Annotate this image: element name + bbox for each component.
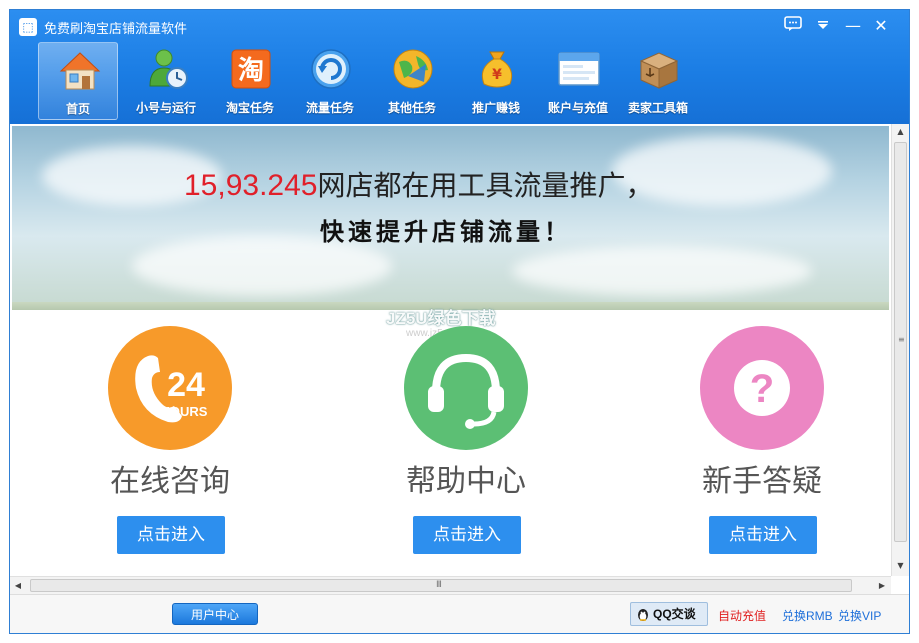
toolbar-account-recharge-label: 账户与充值: [547, 101, 608, 115]
taobao-icon: 淘: [228, 46, 274, 92]
taobao-glyph: 淘: [238, 56, 264, 86]
scroll-up-arrow[interactable]: ▲: [892, 124, 909, 140]
toolbar-other-task[interactable]: 其他任务: [372, 42, 452, 120]
service-title: 在线咨询: [110, 465, 230, 498]
service-help-center: 帮助中心 点击进入: [356, 326, 576, 566]
toolbar-home-label: 首页: [65, 102, 90, 116]
home-icon: [57, 47, 103, 93]
promo-banner: 15,93.245网店都在用工具流量推广， 快速提升店铺流量！: [12, 126, 889, 310]
user-center-button[interactable]: 用户中心: [172, 603, 258, 625]
toolbar-promote-earn-label: 推广赚钱: [471, 101, 520, 115]
exchange-rmb-link[interactable]: 兑换RMB: [782, 607, 833, 624]
vertical-scroll-grip: ≡: [898, 335, 905, 344]
exchange-vip-link[interactable]: 兑换VIP: [838, 607, 881, 624]
toolbar-seller-toolbox-label: 卖家工具箱: [627, 101, 688, 115]
minimize-button[interactable]: —: [842, 16, 864, 36]
horizontal-scroll-thumb[interactable]: III: [30, 579, 852, 592]
box-icon: [636, 46, 682, 92]
window-icon: [556, 46, 602, 92]
toolbar-seller-toolbox[interactable]: 卖家工具箱: [618, 42, 698, 120]
toolbar-other-task-label: 其他任务: [387, 101, 436, 115]
toolbar-traffic-task[interactable]: 流量任务: [290, 42, 370, 120]
service-title: 帮助中心: [406, 465, 526, 498]
toolbar-taobao-task[interactable]: 淘 淘宝任务: [210, 42, 290, 120]
vertical-scroll-thumb[interactable]: ≡: [894, 142, 907, 542]
scroll-down-arrow[interactable]: ▼: [892, 558, 909, 574]
scroll-right-arrow[interactable]: ▶: [874, 577, 890, 594]
horizontal-scrollbar[interactable]: ◀ III ▶: [10, 576, 891, 594]
status-bar: 用户中心 QQ交谈 自动充值 兑换RMB 兑换VIP: [10, 594, 909, 633]
toolbar-account-recharge[interactable]: 账户与充值: [538, 42, 618, 120]
help-center-enter-button[interactable]: 点击进入: [413, 516, 521, 554]
chat-bubble-icon[interactable]: [782, 16, 804, 36]
money-bag-icon: ¥: [474, 46, 520, 92]
service-online-consult: 24 HOURS 在线咨询 点击进入: [60, 326, 280, 566]
online-consult-enter-button[interactable]: 点击进入: [117, 516, 225, 554]
horizontal-scroll-grip: III: [436, 580, 442, 590]
question-mark-icon: ?: [700, 326, 824, 450]
banner-slogan: 快速提升店铺流量！: [320, 220, 572, 246]
refresh-icon: [308, 46, 354, 92]
banner-count: 15,93.245: [184, 169, 318, 202]
svg-text:¥: ¥: [492, 67, 502, 83]
newbie-qa-enter-button[interactable]: 点击进入: [709, 516, 817, 554]
banner-headline: 15,93.245网店都在用工具流量推广，: [184, 164, 653, 204]
close-button[interactable]: ✕: [870, 16, 892, 36]
content-area: 15,93.245网店都在用工具流量推广， 快速提升店铺流量！ JZ5U绿色下载…: [10, 124, 891, 576]
header: ⬚ 免费刷淘宝店铺流量软件 — ✕ 首页 小号与运行 淘 淘宝任务 流量任务 其…: [10, 10, 909, 124]
auto-recharge-link[interactable]: 自动充值: [718, 607, 766, 624]
globe-icon: [390, 46, 436, 92]
hours-text: HOURS: [161, 404, 208, 419]
toolbar-taobao-task-label: 淘宝任务: [225, 101, 274, 115]
banner-headline-text: 网店都在用工具流量推广，: [317, 170, 654, 201]
toolbar-accounts-run[interactable]: 小号与运行: [126, 42, 206, 120]
toolbar-promote-earn[interactable]: ¥ 推广赚钱: [456, 42, 536, 120]
user-clock-icon: [144, 46, 190, 92]
dropdown-arrow-icon[interactable]: [812, 16, 834, 36]
toolbar-home[interactable]: 首页: [38, 42, 118, 120]
qq-chat-button[interactable]: QQ交谈: [630, 602, 708, 626]
qq-chat-label: QQ交谈: [653, 607, 696, 621]
toolbar-accounts-run-label: 小号与运行: [135, 101, 196, 115]
app-window: ⬚ 免费刷淘宝店铺流量软件 — ✕ 首页 小号与运行 淘 淘宝任务 流量任务 其…: [9, 9, 910, 634]
title-bar: ⬚ 免费刷淘宝店铺流量软件 — ✕: [10, 10, 909, 40]
question-glyph: ?: [750, 367, 774, 411]
qq-penguin-icon: [636, 607, 650, 621]
app-icon: ⬚: [19, 18, 37, 36]
scroll-left-arrow[interactable]: ◀: [10, 577, 26, 594]
headset-icon: [404, 326, 528, 450]
window-title: 免费刷淘宝店铺流量软件: [44, 21, 188, 36]
24-hours-text: 24: [167, 366, 205, 404]
vertical-scrollbar[interactable]: ▲ ≡ ▼: [891, 124, 909, 576]
24-hours-phone-icon: 24 HOURS: [108, 326, 232, 450]
toolbar-traffic-task-label: 流量任务: [305, 101, 354, 115]
service-newbie-qa: ? 新手答疑 点击进入: [652, 326, 872, 566]
service-title: 新手答疑: [702, 465, 822, 498]
